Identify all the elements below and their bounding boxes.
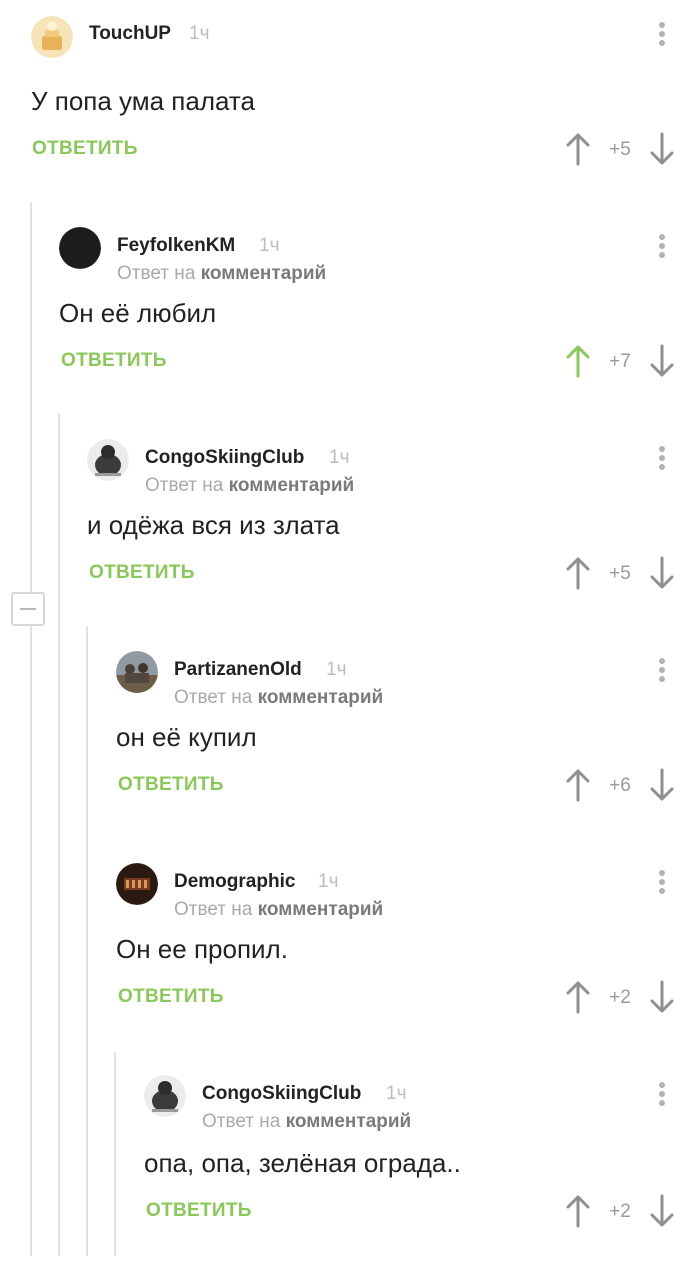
author-name[interactable]: CongoSkiingClub xyxy=(202,1083,361,1105)
avatar[interactable] xyxy=(87,439,129,481)
avatar[interactable] xyxy=(116,651,158,693)
comment-time: 1ч xyxy=(318,871,339,892)
vote-score: +7 xyxy=(609,351,631,372)
reply-to-label: Ответ на комментарий xyxy=(145,475,355,496)
more-options-icon[interactable] xyxy=(651,443,673,473)
comment: Demographic 1ч Ответ на комментарий Он е… xyxy=(0,848,700,1060)
upvote-arrow-icon[interactable] xyxy=(565,556,591,590)
reply-button[interactable]: ОТВЕТИТЬ xyxy=(89,562,195,584)
downvote-arrow-icon[interactable] xyxy=(649,768,675,802)
comment-time: 1ч xyxy=(386,1083,407,1104)
upvote-arrow-icon[interactable] xyxy=(565,768,591,802)
more-options-icon[interactable] xyxy=(651,19,673,49)
comment-time: 1ч xyxy=(189,23,210,44)
vote-score: +2 xyxy=(609,1201,631,1222)
reply-to-label: Ответ на комментарий xyxy=(202,1111,412,1132)
reply-to-link[interactable]: комментарий xyxy=(258,899,384,920)
reply-to-link[interactable]: комментарий xyxy=(201,263,327,284)
reply-to-label: Ответ на комментарий xyxy=(174,899,384,920)
comment-time: 1ч xyxy=(259,235,280,256)
reply-button[interactable]: ОТВЕТИТЬ xyxy=(61,350,167,372)
upvote-arrow-icon[interactable] xyxy=(565,132,591,166)
vote-score: +6 xyxy=(609,775,631,796)
comment: PartizanenOld 1ч Ответ на комментарий он… xyxy=(0,636,700,848)
author-name[interactable]: PartizanenOld xyxy=(174,659,302,681)
comment-time: 1ч xyxy=(329,447,350,468)
downvote-arrow-icon[interactable] xyxy=(649,132,675,166)
reply-to-label: Ответ на комментарий xyxy=(117,263,327,284)
vote-score: +5 xyxy=(609,139,631,160)
comment-text: опа, опа, зелёная ограда.. xyxy=(144,1148,461,1178)
comment: CongoSkiingClub 1ч Ответ на комментарий … xyxy=(0,424,700,636)
reply-to-link[interactable]: комментарий xyxy=(258,687,384,708)
more-options-icon[interactable] xyxy=(651,1079,673,1109)
upvote-arrow-icon[interactable] xyxy=(565,980,591,1014)
upvote-arrow-icon[interactable] xyxy=(565,1194,591,1228)
comment-text: Он ее пропил. xyxy=(116,934,288,964)
avatar[interactable] xyxy=(31,16,73,58)
comment-text: У попа ума палата xyxy=(31,86,255,116)
vote-score: +2 xyxy=(609,987,631,1008)
downvote-arrow-icon[interactable] xyxy=(649,1194,675,1228)
more-options-icon[interactable] xyxy=(651,867,673,897)
author-name[interactable]: FeyfolkenKM xyxy=(117,235,235,257)
more-options-icon[interactable] xyxy=(651,655,673,685)
more-options-icon[interactable] xyxy=(651,231,673,261)
reply-button[interactable]: ОТВЕТИТЬ xyxy=(32,138,138,160)
comment-text: Он её любил xyxy=(59,298,217,328)
reply-button[interactable]: ОТВЕТИТЬ xyxy=(118,774,224,796)
downvote-arrow-icon[interactable] xyxy=(649,980,675,1014)
reply-button[interactable]: ОТВЕТИТЬ xyxy=(118,986,224,1008)
author-name[interactable]: Demographic xyxy=(174,871,295,893)
author-name[interactable]: CongoSkiingClub xyxy=(145,447,304,469)
vote-score: +5 xyxy=(609,563,631,584)
downvote-arrow-icon[interactable] xyxy=(649,556,675,590)
reply-to-link[interactable]: комментарий xyxy=(229,475,355,496)
reply-button[interactable]: ОТВЕТИТЬ xyxy=(146,1200,252,1222)
avatar[interactable] xyxy=(59,227,101,269)
comment: FeyfolkenKM 1ч Ответ на комментарий Он е… xyxy=(0,212,700,424)
reply-to-link[interactable]: комментарий xyxy=(286,1111,412,1132)
comment-text: и одёжа вся из злата xyxy=(87,510,340,540)
upvote-arrow-icon[interactable] xyxy=(565,344,591,378)
comment-time: 1ч xyxy=(326,659,347,680)
comment: TouchUP 1ч У попа ума палата ОТВЕТИТЬ +5 xyxy=(0,0,700,212)
reply-to-label: Ответ на комментарий xyxy=(174,687,384,708)
avatar[interactable] xyxy=(116,863,158,905)
avatar[interactable] xyxy=(144,1075,186,1117)
author-name[interactable]: TouchUP xyxy=(89,23,171,45)
comment: CongoSkiingClub 1ч Ответ на комментарий … xyxy=(0,1060,700,1272)
downvote-arrow-icon[interactable] xyxy=(649,344,675,378)
comment-text: он её купил xyxy=(116,722,257,752)
